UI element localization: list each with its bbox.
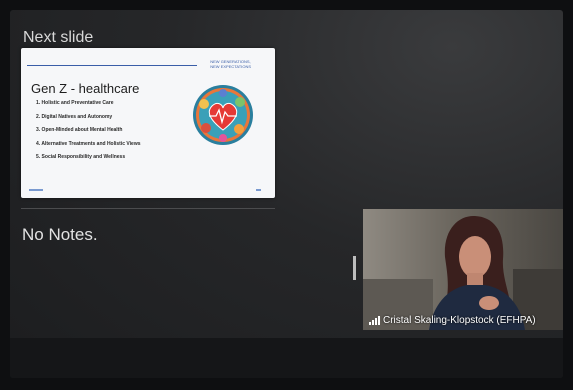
slide-bullet: 4. Alternative Treatments and Holistic V… xyxy=(36,140,141,147)
slide-footer-left xyxy=(29,189,43,191)
heart-rate-illustration-icon xyxy=(193,85,253,145)
slide-accent-line xyxy=(27,65,197,66)
bottom-band xyxy=(10,338,563,378)
presenter-view: Next slide NEW GENERATIONS, NEW EXPECTAT… xyxy=(10,10,563,378)
pane-splitter-handle[interactable] xyxy=(353,256,356,280)
next-slide-thumbnail[interactable]: NEW GENERATIONS, NEW EXPECTATIONS Gen Z … xyxy=(21,48,275,198)
participant-video-feed xyxy=(363,209,563,330)
speaker-notes: No Notes. xyxy=(22,225,98,244)
signal-bars-icon xyxy=(369,316,380,325)
slide-page-number xyxy=(256,189,261,191)
slide-title: Gen Z - healthcare xyxy=(31,81,140,96)
slide-corner-line-2: NEW EXPECTATIONS xyxy=(210,64,251,69)
slide-bullet: 3. Open-Minded about Mental Health xyxy=(36,127,123,133)
next-slide-label: Next slide xyxy=(23,29,94,46)
participant-name: Cristal Skaling-Klopstock (EFHPA) xyxy=(383,315,536,326)
divider xyxy=(21,208,275,209)
slide-corner-text: NEW GENERATIONS, NEW EXPECTATIONS xyxy=(210,59,251,69)
slide-bullet: 1. Holistic and Preventative Care xyxy=(36,100,114,106)
slide-bullet: 2. Digital Natives and Autonomy xyxy=(36,113,113,120)
slide-bullet-list: 1. Holistic and Preventative Care 2. Dig… xyxy=(36,101,140,169)
participant-name-label: Cristal Skaling-Klopstock (EFHPA) xyxy=(369,315,536,326)
slide-bullet: 5. Social Responsibility and Wellness xyxy=(36,154,126,160)
participant-video-tile[interactable]: Cristal Skaling-Klopstock (EFHPA) xyxy=(363,209,563,330)
